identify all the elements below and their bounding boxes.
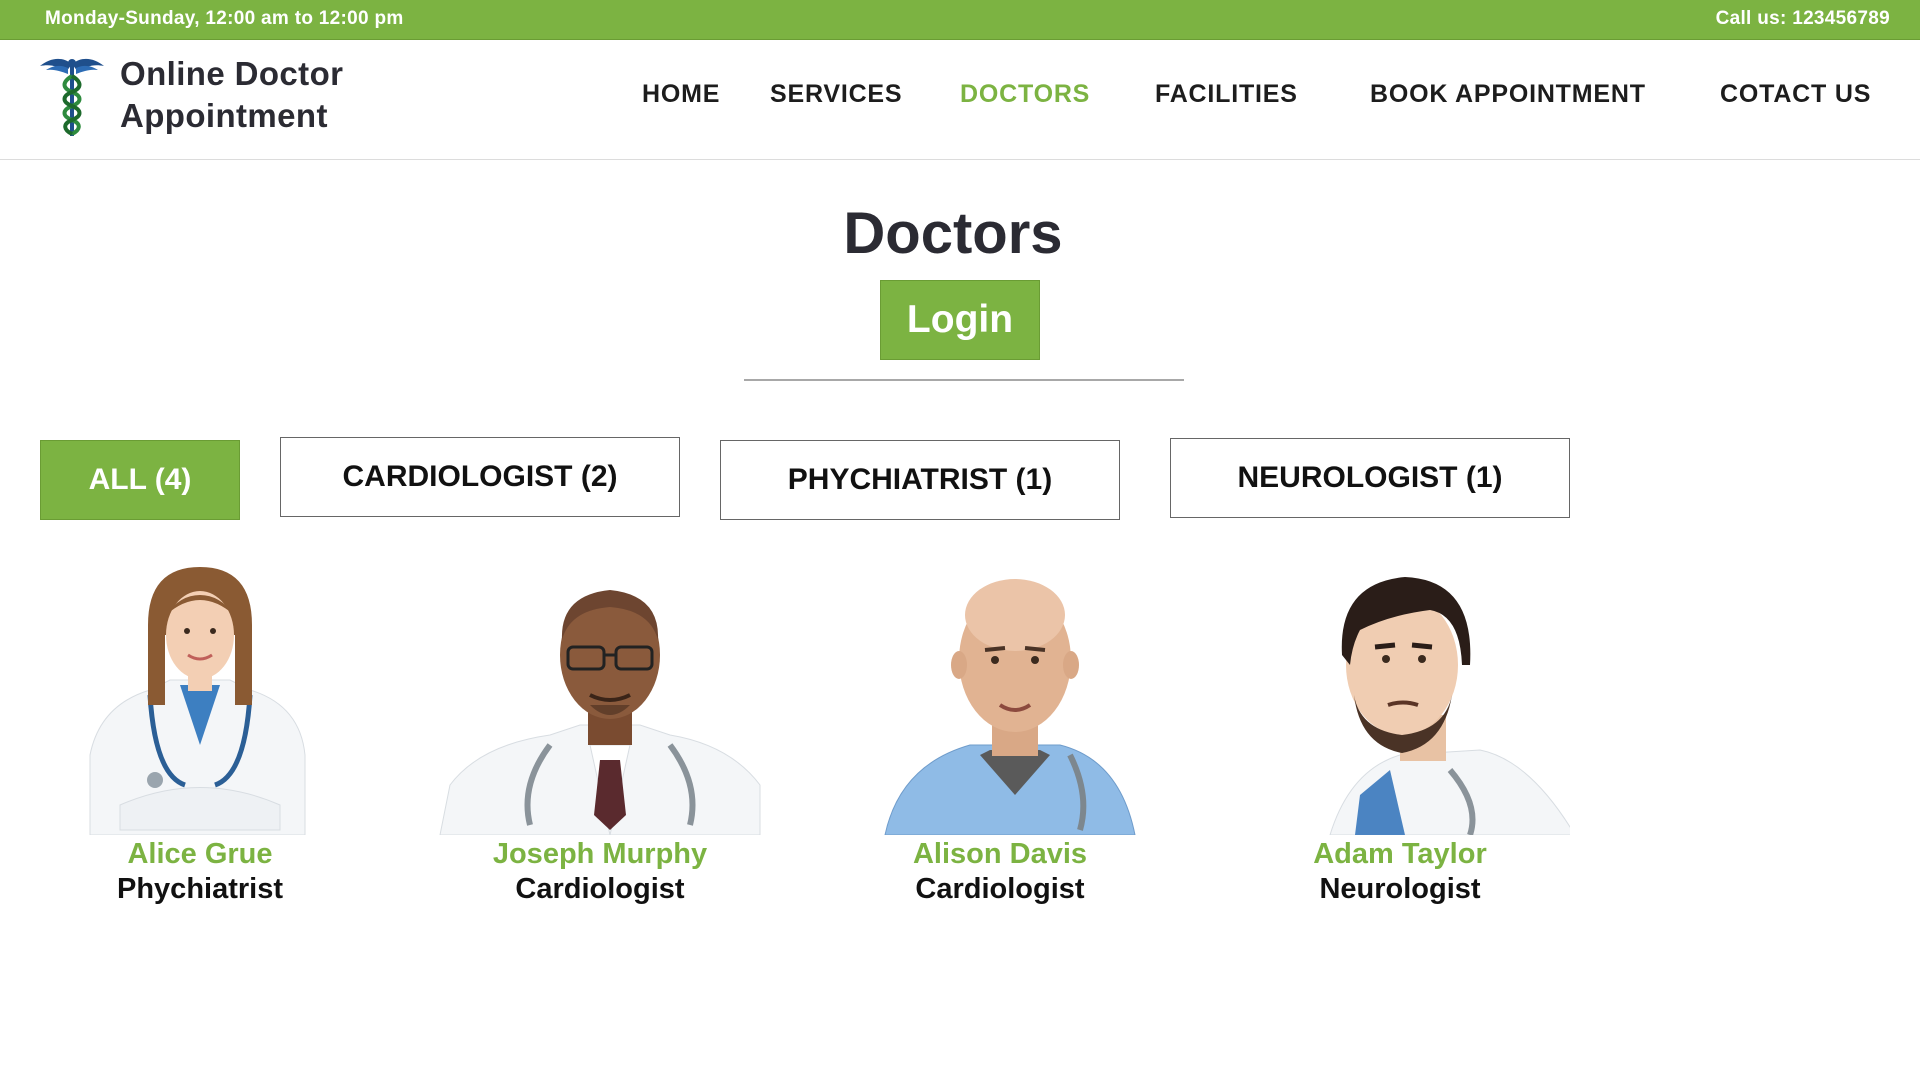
nav-facilities[interactable]: FACILITIES [1155, 80, 1298, 109]
filter-neurologist[interactable]: NEUROLOGIST (1) [1170, 438, 1570, 518]
nav-contact-us[interactable]: COTACT US [1720, 80, 1871, 109]
doctor-photo [884, 579, 1136, 835]
nav-home[interactable]: HOME [642, 80, 720, 109]
filter-cardiologist[interactable]: CARDIOLOGIST (2) [280, 437, 680, 517]
doctor-card[interactable]: Adam Taylor Neurologist [1230, 555, 1570, 915]
brand-line-2: Appointment [120, 97, 328, 134]
doctor-specialty: Neurologist [1319, 873, 1481, 905]
opening-hours: Monday-Sunday, 12:00 am to 12:00 pm [45, 8, 404, 29]
doctor-card[interactable]: Joseph Murphy Cardiologist [430, 555, 770, 915]
doctor-card[interactable]: Alice Grue Phychiatrist [30, 555, 370, 915]
doctor-photo [1329, 577, 1570, 835]
brand-line-1: Online Doctor [120, 55, 344, 92]
doctor-name[interactable]: Alice Grue [30, 838, 370, 871]
phone-number: Call us: 123456789 [1715, 8, 1890, 29]
page-title: Doctors [843, 201, 1063, 266]
caduceus-icon[interactable] [38, 54, 106, 140]
doctor-specialty: Phychiatrist [117, 873, 283, 905]
doctor-specialty: Cardiologist [515, 873, 685, 905]
title-divider [744, 379, 1184, 381]
site-brand[interactable]: Online Doctor Appointment [120, 53, 343, 137]
doctor-name[interactable]: Adam Taylor [1230, 838, 1570, 871]
nav-services[interactable]: SERVICES [770, 80, 902, 109]
doctor-name[interactable]: Joseph Murphy [430, 838, 770, 871]
nav-doctors[interactable]: DOCTORS [960, 80, 1090, 109]
doctor-specialty: Cardiologist [915, 873, 1085, 905]
nav-book-appointment[interactable]: BOOK APPOINTMENT [1370, 80, 1646, 109]
doctor-photo [439, 590, 761, 835]
doctor-card[interactable]: Alison Davis Cardiologist [830, 555, 1170, 915]
login-button[interactable]: Login [880, 280, 1040, 360]
site-header: Online Doctor Appointment HOME SERVICES … [0, 40, 1920, 160]
top-info-bar: Monday-Sunday, 12:00 am to 12:00 pm Call… [0, 0, 1920, 40]
doctor-photo [89, 567, 306, 835]
filter-phychiatrist[interactable]: PHYCHIATRIST (1) [720, 440, 1120, 520]
doctor-name[interactable]: Alison Davis [830, 838, 1170, 871]
filter-all[interactable]: ALL (4) [40, 440, 240, 520]
